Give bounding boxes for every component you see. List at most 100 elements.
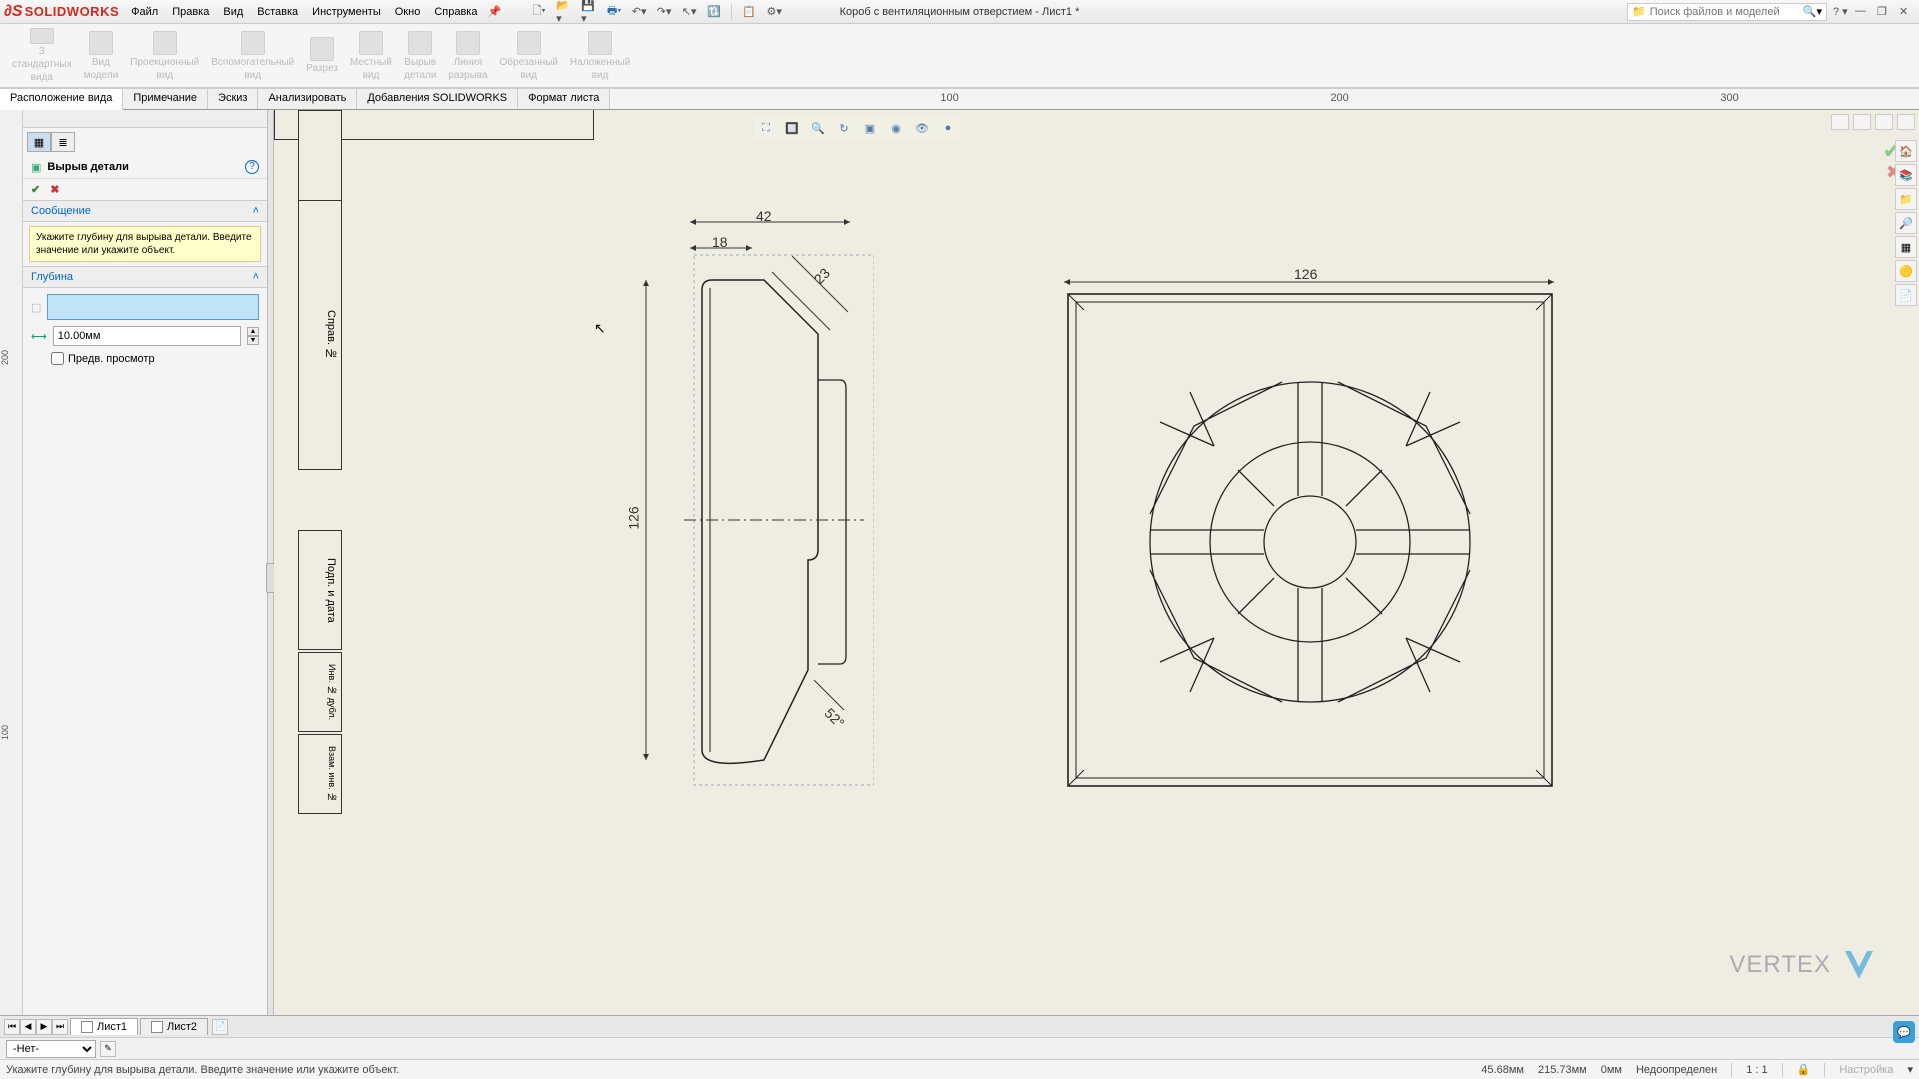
zoom-fit-icon[interactable]: ⛶ [756,118,776,138]
minimize-icon[interactable]: — [1855,5,1871,19]
horizontal-ruler: 100 200 300 [610,88,1919,109]
rail-resource-icon[interactable]: 📚 [1895,164,1917,186]
ribbon-overlay: Наложенныйвид [564,26,636,85]
main-area: 200 100 ▦ ≣ ▣ Вырыв детали ? ✔ ✖ Сообщен… [0,110,1919,1015]
rail-file-explorer-icon[interactable]: 🔎 [1895,212,1917,234]
ok-button[interactable]: ✔ [31,183,40,196]
help-icon[interactable]: ? ▾ [1833,5,1849,19]
rail-custom-prop-icon[interactable]: 📄 [1895,284,1917,306]
dim-126-front: 126 [1294,266,1317,282]
qat-separator [731,4,732,20]
panel-list-view-icon[interactable]: ≣ [51,132,75,152]
status-scale[interactable]: 1 : 1 [1746,1064,1767,1076]
sheet-tab-1[interactable]: Лист1 [70,1018,138,1035]
rebuild-icon[interactable]: 🔃 [706,4,722,20]
sheet-nav-first-icon[interactable]: ⏮ [4,1019,20,1035]
sheet-nav-prev-icon[interactable]: ◀ [20,1019,36,1035]
sheet-nav-next-icon[interactable]: ▶ [36,1019,52,1035]
help-icon[interactable]: ? [245,160,259,174]
restore-icon[interactable]: ❐ [1877,5,1893,19]
tab-annotation[interactable]: Примечание [123,88,208,109]
search-input[interactable] [1650,6,1799,18]
sheet-nav-last-icon[interactable]: ⏭ [52,1019,68,1035]
depth-selection-box[interactable] [47,294,259,320]
new-icon[interactable]: 🗋▾ [531,4,547,20]
tab-addins[interactable]: Добавления SOLIDWORKS [357,88,518,109]
pin-icon[interactable]: 📌 [487,5,501,18]
menu-window[interactable]: Окно [395,6,421,18]
rail-view-palette-icon[interactable]: ▦ [1895,236,1917,258]
depth-section-header[interactable]: Глубина ˄ [23,266,267,288]
canvas-restore-icon[interactable] [1875,114,1893,130]
status-settings[interactable]: Настройка [1839,1064,1893,1076]
spin-down-icon[interactable]: ▼ [247,336,259,345]
drawing-front-view[interactable]: 126 [1054,270,1564,790]
tab-evaluate[interactable]: Анализировать [258,88,357,109]
menu-file[interactable]: Файл [131,6,158,18]
menu-view[interactable]: Вид [223,6,243,18]
hide-show-icon[interactable]: 👁 [912,118,932,138]
canvas-max-icon[interactable] [1853,114,1871,130]
display-style-icon[interactable]: ◉ [886,118,906,138]
menu-tools[interactable]: Инструменты [312,6,381,18]
panel-icons-view-icon[interactable]: ▦ [27,132,51,152]
tab-sketch[interactable]: Эскиз [208,88,258,109]
close-icon[interactable]: ✕ [1899,5,1915,19]
open-icon[interactable]: 📂▾ [556,4,572,20]
menu-help[interactable]: Справка [434,6,477,18]
tab-view-layout[interactable]: Расположение вида [0,88,123,110]
search-icon[interactable]: 🔍▾ [1803,5,1822,18]
depth-value-input[interactable] [53,326,241,346]
select-icon[interactable]: ↖▾ [681,4,697,20]
rail-home-icon[interactable]: 🏠 [1895,140,1917,162]
watermark: VERTEX [1729,945,1879,985]
status-chevron-icon[interactable]: ▾ [1907,1063,1913,1076]
spin-up-icon[interactable]: ▲ [247,327,259,336]
watermark-text: VERTEX [1729,951,1831,979]
breakout-icon [408,31,432,55]
drawing-side-view[interactable]: 42 18 23 126 52° [614,210,874,790]
titleblock-vzam-inv: Взам. инв. № [298,734,342,814]
layer-combo[interactable]: -Нет- [6,1040,96,1058]
status-right: 45.68мм 215.73мм 0мм Недоопределен 1 : 1… [1481,1063,1913,1077]
heads-up-view-toolbar: ⛶ 🔲 🔍 ↻ ▣ ◉ 👁 ● [754,116,960,140]
search-folder-icon: 📁 [1632,5,1646,18]
settings-icon[interactable]: ⚙▾ [766,4,782,20]
options-icon[interactable]: 📋 [741,4,757,20]
add-sheet-icon[interactable]: 📄 [212,1019,228,1035]
status-separator [1731,1063,1732,1077]
three-views-icon [30,28,54,44]
menu-insert[interactable]: Вставка [257,6,298,18]
sheet-tabs: ⏮ ◀ ▶ ⏭ Лист1 Лист2 📄 [0,1015,1919,1037]
zoom-icon[interactable]: 🔍 [808,118,828,138]
appearance-icon[interactable]: ● [938,118,958,138]
rotate-icon[interactable]: ↻ [834,118,854,138]
status-coord-x: 45.68мм [1481,1064,1524,1076]
tab-sheet-format[interactable]: Формат листа [518,88,610,109]
logo-swoosh: ∂S [4,3,23,21]
message-section-header[interactable]: Сообщение ˄ [23,200,267,222]
rail-design-library-icon[interactable]: 📁 [1895,188,1917,210]
drawing-canvas[interactable]: ⛶ 🔲 🔍 ↻ ▣ ◉ 👁 ● ✔ ✖ 🏠 📚 📁 🔎 ▦ 🟡 📄 [274,110,1919,1015]
ribbon-3views: 3стандартныхвида [6,26,78,85]
sheet-tab-2[interactable]: Лист2 [140,1018,208,1035]
search-box[interactable]: 📁 🔍▾ [1627,3,1827,21]
chevron-up-icon: ˄ [253,205,259,217]
layer-props-icon[interactable]: ✎ [100,1041,116,1057]
ribbon-section: Разрез [300,26,344,85]
zoom-area-icon[interactable]: 🔲 [782,118,802,138]
cancel-button[interactable]: ✖ [50,183,59,196]
feedback-icon[interactable]: 💬 [1893,1021,1915,1043]
redo-icon[interactable]: ↷▾ [656,4,672,20]
ribbon-cropped: Обрезанныйвид [494,26,564,85]
section-view-icon[interactable]: ▣ [860,118,880,138]
rail-appearances-icon[interactable]: 🟡 [1895,260,1917,282]
dim-42: 42 [756,208,772,224]
preview-checkbox[interactable] [51,352,64,365]
status-unit-icon[interactable]: 🔒 [1797,1063,1811,1076]
menu-edit[interactable]: Правка [172,6,209,18]
canvas-min-icon[interactable] [1831,114,1849,130]
save-icon[interactable]: 💾▾ [581,4,597,20]
undo-icon[interactable]: ↶▾ [631,4,647,20]
print-icon[interactable]: 🖶▾ [606,4,622,20]
